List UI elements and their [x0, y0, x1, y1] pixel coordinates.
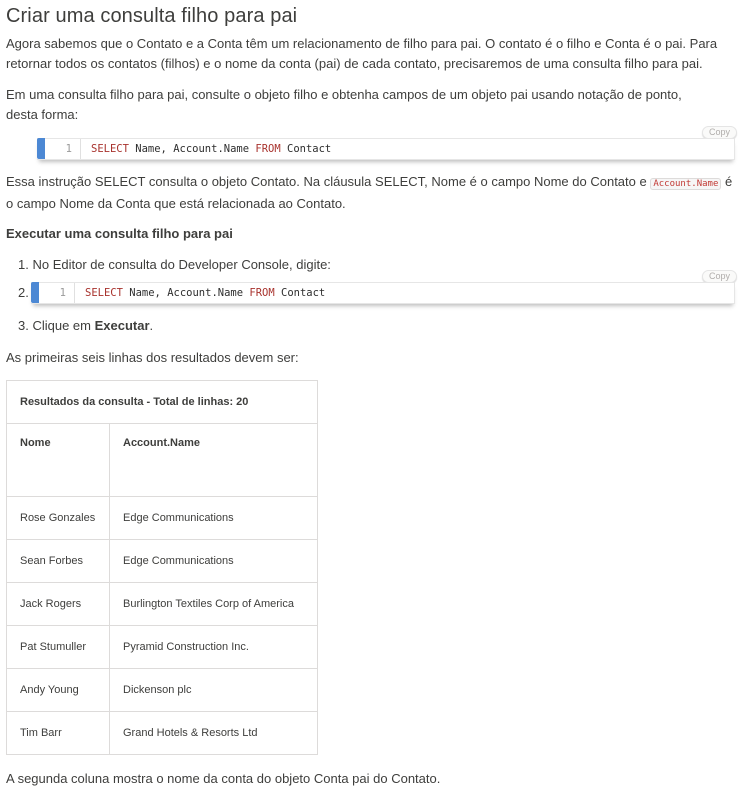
table-row: Pat Stumuller Pyramid Construction Inc. [6, 625, 318, 669]
closing-paragraph: A segunda coluna mostra o nome da conta … [6, 771, 441, 786]
table-row: Sean Forbes Edge Communications [6, 539, 318, 583]
step-3: 3. Clique em Executar. [18, 318, 154, 333]
step-1: 1. No Editor de consulta do Developer Co… [18, 257, 331, 272]
cell-account-name: Edge Communications [109, 496, 318, 540]
table-row: Jack Rogers Burlington Textiles Corp of … [6, 582, 318, 626]
code-line: SELECT Name, Account.Name FROM Contact [91, 143, 332, 155]
inline-code-account-name: Account.Name [650, 178, 722, 190]
code-block-query[interactable]: 1 SELECT Name, Account.Name FROM Contact [37, 138, 735, 160]
column-header-nome: Nome [6, 423, 110, 497]
page-title: Criar uma consulta filho para pai [6, 5, 298, 27]
cell-account-name: Pyramid Construction Inc. [109, 625, 318, 669]
intro-paragraph: Agora sabemos que o Contato e a Conta tê… [6, 36, 718, 71]
cell-nome: Andy Young [6, 668, 110, 712]
results-intro: As primeiras seis linhas dos resultados … [6, 350, 299, 365]
results-table: Resultados da consulta - Total de linhas… [6, 380, 318, 755]
table-row: Tim Barr Grand Hotels & Resorts Ltd [6, 711, 318, 755]
table-row: Andy Young Dickenson plc [6, 668, 318, 712]
code-line: SELECT Name, Account.Name FROM Contact [85, 287, 326, 299]
cell-nome: Jack Rogers [6, 582, 110, 626]
execute-label: Executar [94, 318, 150, 333]
cell-nome: Pat Stumuller [6, 625, 110, 669]
line-number: 1 [45, 139, 81, 159]
cell-account-name: Burlington Textiles Corp of America [109, 582, 318, 626]
code-accent-bar [37, 138, 45, 159]
explain-paragraph: Em uma consulta filho para pai, consulte… [6, 87, 682, 122]
results-caption: Resultados da consulta - Total de linhas… [6, 380, 318, 424]
cell-nome: Rose Gonzales [6, 496, 110, 540]
column-header-account-name: Account.Name [109, 423, 318, 497]
cell-account-name: Grand Hotels & Resorts Ltd [109, 711, 318, 755]
code-accent-bar [31, 282, 39, 303]
section-title: Executar uma consulta filho para pai [6, 226, 233, 241]
cell-nome: Sean Forbes [6, 539, 110, 583]
cell-account-name: Dickenson plc [109, 668, 318, 712]
cell-nome: Tim Barr [6, 711, 110, 755]
step-2-number: 2. [18, 285, 29, 300]
table-row: Rose Gonzales Edge Communications [6, 496, 318, 540]
code-block-step-2[interactable]: 1 SELECT Name, Account.Name FROM Contact [31, 282, 735, 304]
statement-paragraph: Essa instrução SELECT consulta o objeto … [6, 174, 733, 211]
line-number: 1 [39, 283, 75, 303]
cell-account-name: Edge Communications [109, 539, 318, 583]
